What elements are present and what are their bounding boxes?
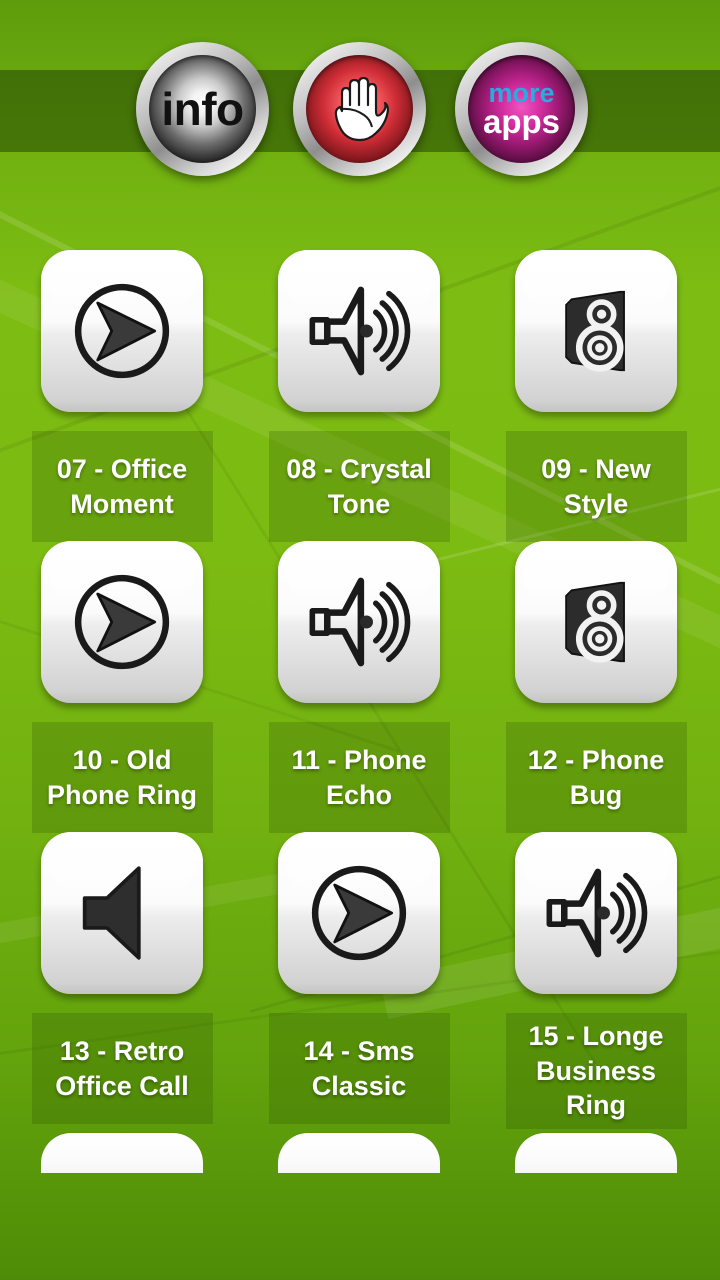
grid-tile-partial[interactable] <box>515 1133 677 1173</box>
megaphone-waves-icon <box>309 577 411 667</box>
volume-speaker-icon <box>82 866 141 960</box>
item-label-text: 15 - Longe Business Ring <box>528 1021 664 1121</box>
item-label-text: 11 - Phone Echo <box>291 744 427 810</box>
grid-tile-partial[interactable] <box>278 1133 440 1173</box>
hand-stop-icon <box>334 76 389 142</box>
grid-row: 07 - Office Moment 08 - Crystal Tone 09 - … <box>0 250 720 542</box>
item-label-plate: 12 - Phone Bug <box>505 722 687 833</box>
info-button-face: info <box>149 55 256 163</box>
play-tile-15[interactable] <box>515 832 677 994</box>
item-label-plate: 14 - Sms Classic <box>268 1013 450 1124</box>
item-label-text: 09 - New Style <box>541 453 651 519</box>
item-label-plate: 09 - New Style <box>505 431 687 542</box>
grid-row: 10 - Old Phone Ring 11 - Phone Echo 12 - P… <box>0 541 720 833</box>
app-root: info more apps 07 - Office Moment 08 - C… <box>0 0 720 1280</box>
header-bar: info more apps <box>0 0 720 215</box>
grid-row: 13 - Retro Office Call 14 - Sms Classic 15… <box>0 832 720 1129</box>
more-apps-label: more apps <box>482 79 561 141</box>
stop-hand-button-face <box>306 55 413 163</box>
item-label-text: 10 - Old Phone Ring <box>47 744 197 810</box>
header-button-group: info more apps <box>0 0 720 215</box>
grid-item-07[interactable]: 07 - Office Moment <box>11 250 233 542</box>
grid-item-08[interactable]: 08 - Crystal Tone <box>248 250 470 542</box>
item-label-text: 14 - Sms Classic <box>303 1035 415 1101</box>
more-apps-button-face: more apps <box>468 55 575 163</box>
play-tile-08[interactable] <box>278 250 440 412</box>
grid-item-10[interactable]: 10 - Old Phone Ring <box>11 541 233 833</box>
item-label-plate: 10 - Old Phone Ring <box>31 722 213 833</box>
ringtone-grid: 07 - Office Moment 08 - Crystal Tone 09 - … <box>0 250 720 1129</box>
play-tile-14[interactable] <box>278 832 440 994</box>
next-row-peek <box>0 1133 720 1173</box>
grid-item-14[interactable]: 14 - Sms Classic <box>248 832 470 1124</box>
item-label-plate: 13 - Retro Office Call <box>31 1013 213 1124</box>
info-button[interactable]: info <box>136 42 269 176</box>
item-label-plate: 11 - Phone Echo <box>268 722 450 833</box>
loudspeaker-cabinet-icon <box>565 290 625 372</box>
loudspeaker-cabinet-icon <box>565 581 625 663</box>
more-apps-button[interactable]: more apps <box>455 42 588 176</box>
grid-item-13[interactable]: 13 - Retro Office Call <box>11 832 233 1124</box>
grid-tile-partial[interactable] <box>41 1133 203 1173</box>
megaphone-waves-icon <box>546 868 648 958</box>
item-label-plate: 08 - Crystal Tone <box>268 431 450 542</box>
play-tile-09[interactable] <box>515 250 677 412</box>
info-button-label: info <box>161 83 244 135</box>
stop-hand-button[interactable] <box>293 42 426 176</box>
item-label-text: 07 - Office Moment <box>56 453 188 519</box>
play-tile-12[interactable] <box>515 541 677 703</box>
item-label-plate: 15 - Longe Business Ring <box>505 1013 687 1129</box>
item-label-text: 12 - Phone Bug <box>527 744 665 810</box>
play-arrow-circle-icon <box>311 865 407 961</box>
play-tile-11[interactable] <box>278 541 440 703</box>
item-label-plate: 07 - Office Moment <box>31 431 213 542</box>
item-label-text: 08 - Crystal Tone <box>286 453 432 519</box>
play-tile-10[interactable] <box>41 541 203 703</box>
item-label-text: 13 - Retro Office Call <box>55 1035 189 1101</box>
megaphone-waves-icon <box>309 286 411 376</box>
grid-item-15[interactable]: 15 - Longe Business Ring <box>485 832 707 1129</box>
grid-item-12[interactable]: 12 - Phone Bug <box>485 541 707 833</box>
play-tile-13[interactable] <box>41 832 203 994</box>
play-arrow-circle-icon <box>74 574 170 670</box>
grid-item-11[interactable]: 11 - Phone Echo <box>248 541 470 833</box>
more-apps-label-bottom: apps <box>482 103 561 141</box>
grid-item-09[interactable]: 09 - New Style <box>485 250 707 542</box>
play-tile-07[interactable] <box>41 250 203 412</box>
play-arrow-circle-icon <box>74 283 170 379</box>
